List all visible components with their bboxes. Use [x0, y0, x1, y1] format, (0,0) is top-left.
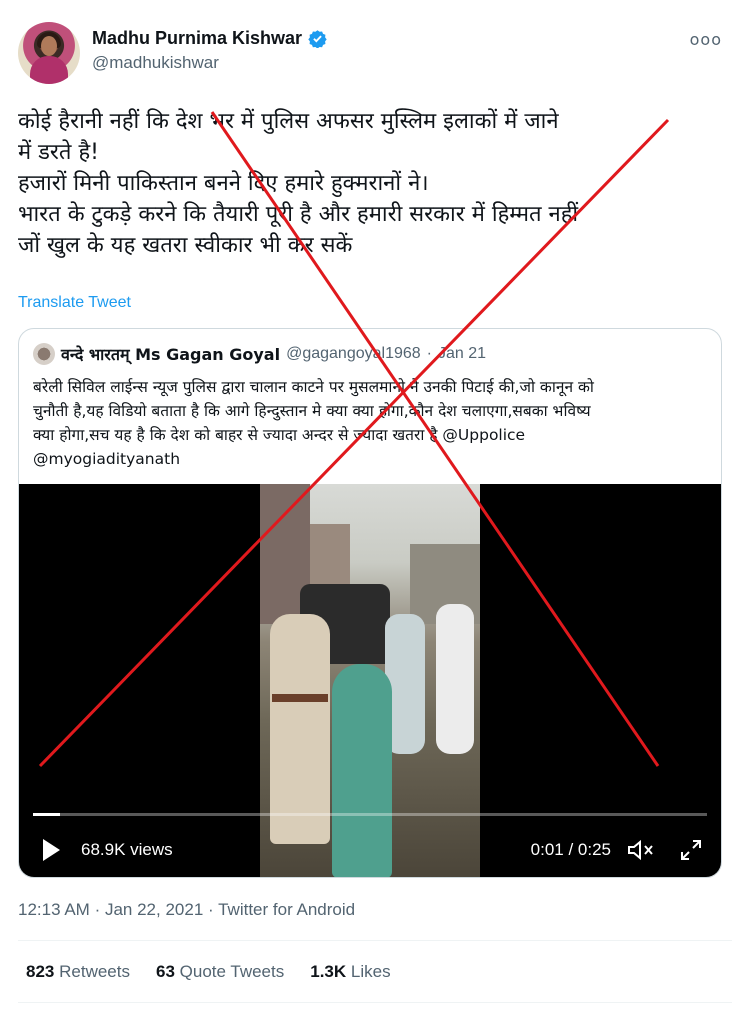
quoted-line: चुनौती है,यह विडियो बताता है कि आगे हिन्…: [33, 402, 591, 420]
divider: [18, 940, 732, 941]
quoted-author-name: वन्दे भारतम् Ms Gagan Goyal: [61, 345, 281, 364]
avatar[interactable]: [18, 22, 80, 84]
likes-stat[interactable]: 1.3K Likes: [310, 962, 390, 982]
author-names: Madhu Purnima Kishwar @madhukishwar: [92, 28, 327, 73]
fullscreen-icon[interactable]: [679, 838, 703, 862]
tweet-date[interactable]: Jan 22, 2021: [105, 900, 203, 919]
quoted-date: Jan 21: [438, 345, 487, 362]
tweet-stats: 823 Retweets 63 Quote Tweets 1.3K Likes: [26, 962, 391, 982]
tweet-line: कोई हैरानी नहीं कि देश भर में पुलिस अफसर…: [18, 109, 559, 134]
likes-count: 1.3K: [310, 962, 347, 981]
video-time: 0:01 / 0:25: [530, 840, 611, 859]
quote-tweets-stat[interactable]: 63 Quote Tweets: [156, 962, 284, 982]
quoted-line: क्या होगा,सच यह है कि देश को बाहर से ज्य…: [33, 426, 526, 444]
retweets-label: Retweets: [59, 962, 130, 981]
scene-person: [436, 604, 474, 754]
translate-tweet-link[interactable]: Translate Tweet: [18, 294, 131, 312]
video-progress-bar[interactable]: [33, 813, 707, 816]
tweet-line: हजारों मिनी पाकिस्तान बनने दिए हमारे हुक…: [18, 171, 429, 196]
tweet-meta: 12:13 AM · Jan 22, 2021 · Twitter for An…: [18, 900, 355, 920]
tweet-line: में डरते है!: [18, 140, 99, 165]
video-progress-fill: [33, 813, 60, 816]
quoted-author-handle: @gagangoyal1968: [286, 345, 421, 362]
tweet-text: कोई हैरानी नहीं कि देश भर में पुलिस अफसर…: [18, 106, 732, 261]
video-player[interactable]: 68.9K views 0:01 / 0:25: [19, 484, 721, 877]
video-controls: 68.9K views 0:01 / 0:25: [19, 834, 721, 870]
author-handle[interactable]: @madhukishwar: [92, 53, 327, 73]
more-options-icon[interactable]: ooo: [690, 30, 722, 49]
tweet-time[interactable]: 12:13 AM: [18, 900, 90, 919]
quote-tweets-label: Quote Tweets: [179, 962, 285, 981]
video-views: 68.9K views: [81, 840, 173, 859]
tweet-line: जों खुल के यह खतरा स्वीकार भी कर सकें: [18, 233, 353, 258]
likes-label: Likes: [350, 962, 391, 981]
tweet-header: Madhu Purnima Kishwar @madhukishwar ooo: [18, 22, 732, 88]
author-display-name[interactable]: Madhu Purnima Kishwar: [92, 28, 302, 49]
quoted-tweet-header: वन्दे भारतम् Ms Gagan Goyal @gagangoyal1…: [33, 343, 486, 365]
play-icon[interactable]: [41, 838, 61, 862]
separator-dot: ·: [208, 900, 214, 919]
author-name-row[interactable]: Madhu Purnima Kishwar: [92, 28, 327, 49]
mute-icon[interactable]: [627, 838, 655, 862]
quoted-avatar: [33, 343, 55, 365]
quoted-tweet-text: बरेली सिविल लाईन्स न्यूज पुलिस द्वारा चा…: [33, 375, 713, 471]
tweet-source[interactable]: Twitter for Android: [218, 900, 355, 919]
scene-police-officer: [270, 614, 330, 844]
separator-dot: ·: [426, 345, 432, 362]
quoted-tweet[interactable]: वन्दे भारतम् Ms Gagan Goyal @gagangoyal1…: [18, 328, 722, 878]
separator-dot: ·: [94, 900, 101, 919]
avatar-face: [41, 36, 57, 56]
video-frame: [260, 484, 480, 877]
divider: [18, 1002, 732, 1003]
retweets-count: 823: [26, 962, 55, 981]
quoted-line: @myogiadityanath: [33, 450, 181, 468]
avatar-body: [30, 56, 68, 84]
quoted-line: बरेली सिविल लाईन्स न्यूज पुलिस द्वारा चा…: [33, 378, 594, 396]
scene-belt: [272, 694, 328, 702]
tweet-line: भारत के टुकड़े करने कि तैयारी पूरी है और…: [18, 202, 579, 227]
quote-tweets-count: 63: [155, 962, 175, 981]
retweets-stat[interactable]: 823 Retweets: [26, 962, 130, 982]
verified-badge-icon: [308, 30, 327, 48]
